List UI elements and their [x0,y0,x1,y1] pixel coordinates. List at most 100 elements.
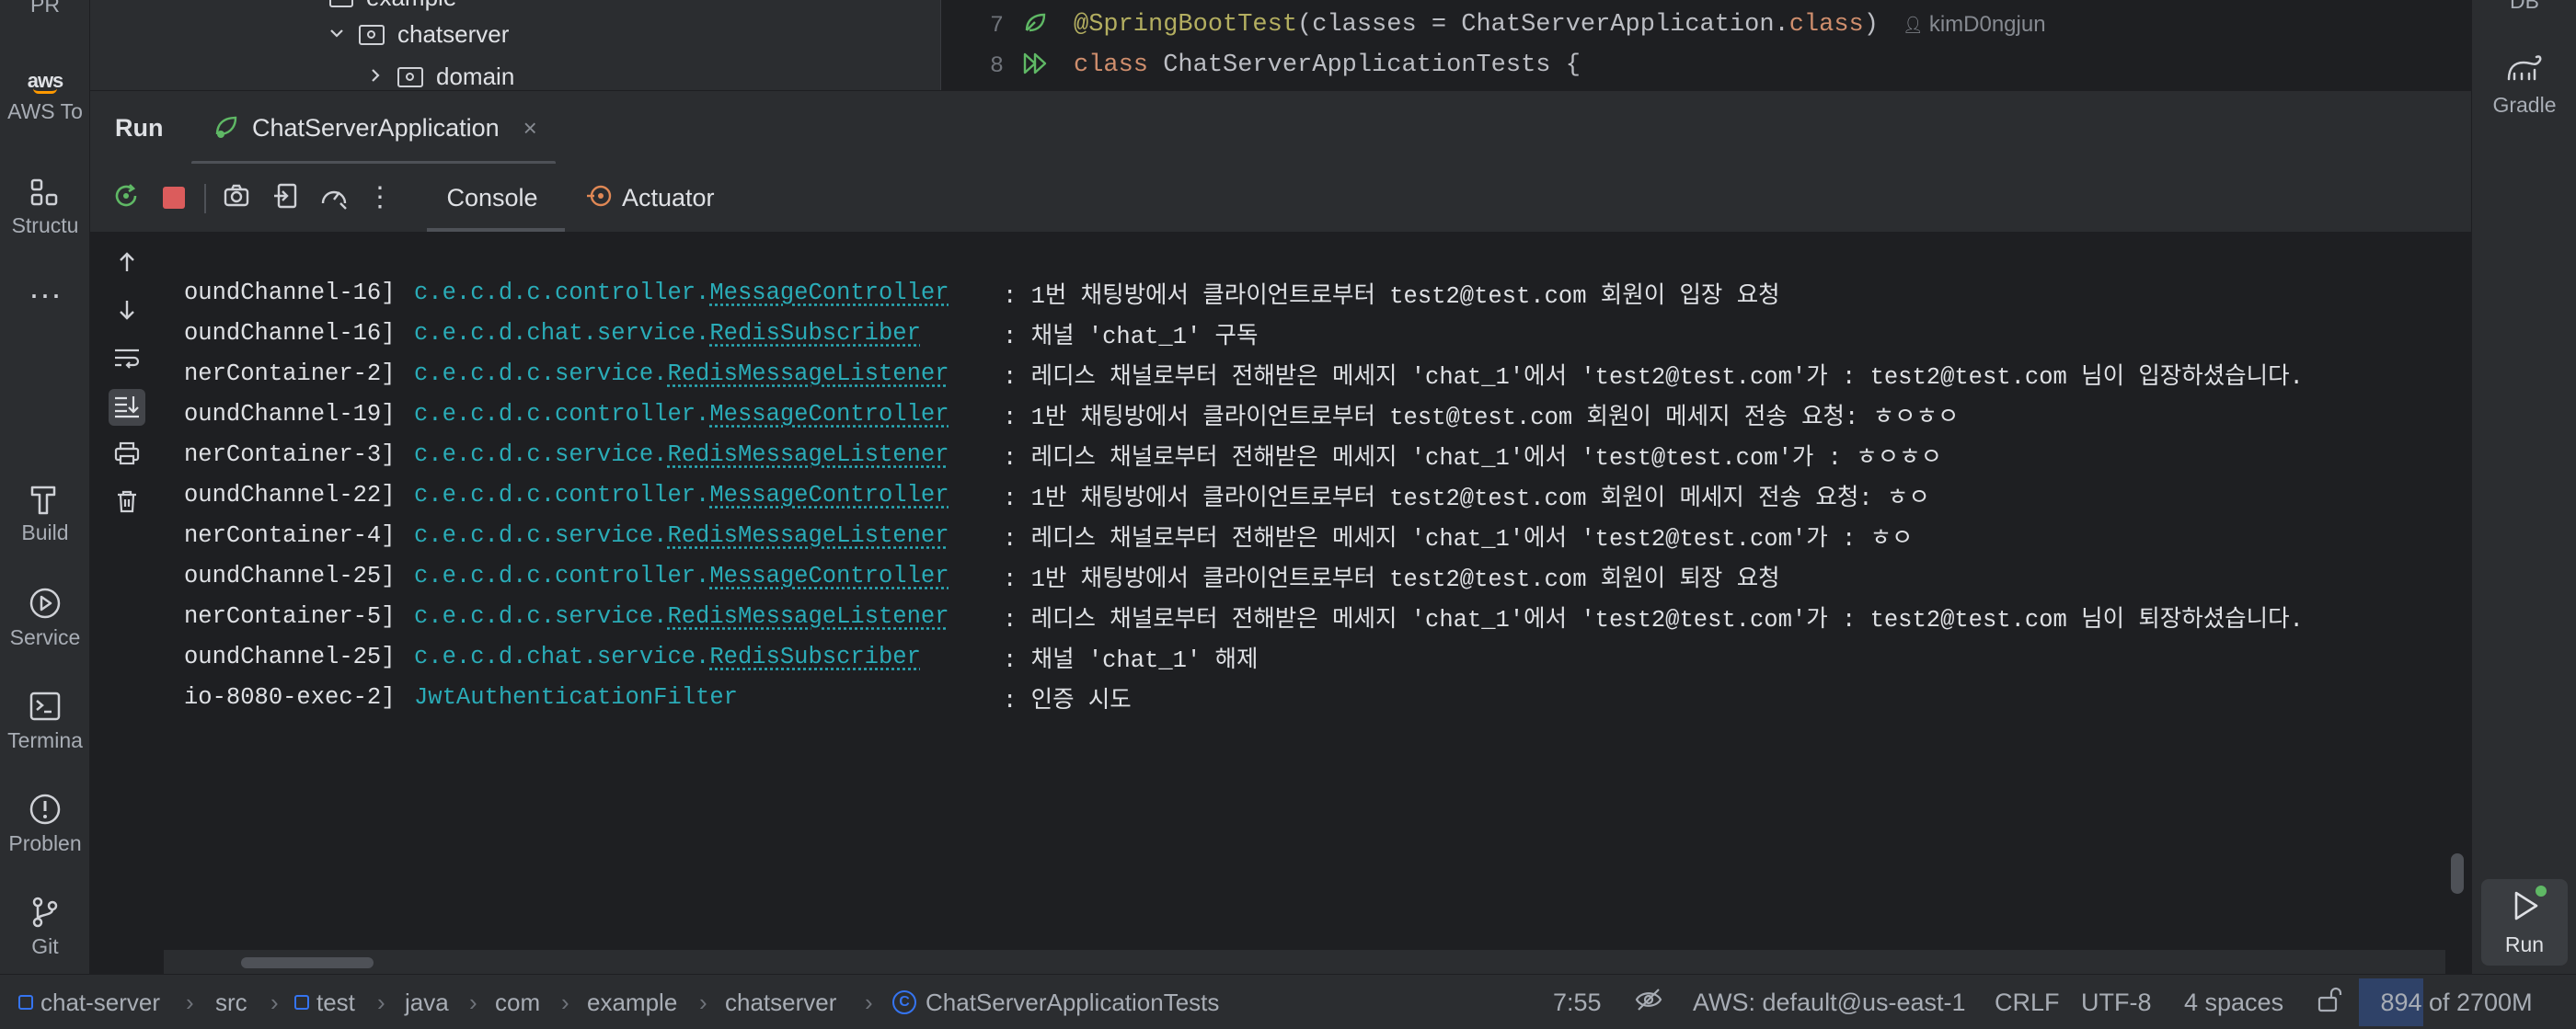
soft-wrap-icon [112,345,142,375]
breadcrumb-module[interactable]: chat-server [18,975,160,1029]
aws-connection[interactable]: AWS: default@us-east-1 [1693,975,1966,1029]
line-number: 7 [989,11,1004,39]
print-button[interactable] [109,437,145,474]
code-line: 8 class ChatServerApplicationTests { [941,45,2471,86]
database-tool[interactable]: DB [2472,0,2576,14]
line-separator[interactable]: CRLF [1995,975,2060,1029]
logger-class-link[interactable]: MessageController [709,482,949,509]
logger-package: c.e.c.d.c.controller. [414,279,710,306]
read-only-toggle[interactable] [2317,975,2342,1029]
services-tool[interactable]: Service [0,585,90,650]
log-message: : 1반 채팅방에서 클라이언트로부터 test2@test.com 회원이 메… [1003,485,1930,512]
horizontal-scrollbar-thumb[interactable] [241,957,374,968]
problems-icon [27,791,63,828]
more-tools-button[interactable]: ··· [0,276,90,313]
logger-package: c.e.c.d.c.service. [414,440,668,468]
breadcrumb-label: src [215,988,247,1016]
logger-class-link[interactable]: MessageController [709,401,949,428]
code-editor[interactable]: 7 @SpringBootTest (classes = ChatServerA… [940,0,2471,90]
profiler-button[interactable] [316,180,351,215]
indent-setting[interactable]: 4 spaces [2184,975,2283,1029]
tab-actuator[interactable]: Actuator [585,164,715,233]
close-tab-icon[interactable]: × [523,114,537,143]
scroll-down-button[interactable] [109,293,145,330]
tab-chatserverapplication[interactable]: ChatServerApplication × [213,91,537,165]
logger-package: c.e.c.d.c.service. [414,521,668,549]
pull-requests-tool[interactable]: PR [0,0,90,20]
breadcrumb-chatserver[interactable]: chatserver [725,975,836,1029]
code-token: ChatServerApplicationTests { [1148,51,1581,79]
tree-item-domain[interactable]: domain [366,63,514,90]
breadcrumb-label: ChatServerApplicationTests [926,988,1220,1016]
log-thread: nerContainer-5] [184,602,396,630]
logger-class-link[interactable]: RedisMessageListener [667,360,949,387]
author-hint[interactable]: 👤︎ kimD0ngjun [1903,12,2046,38]
breadcrumb-src[interactable]: src [215,975,247,1029]
logger-class-link[interactable]: MessageController [709,280,949,306]
stop-button[interactable] [156,180,191,215]
console-side-toolbar [90,233,164,974]
scroll-to-end-toggle[interactable] [109,389,145,426]
tree-item-example[interactable]: example [329,0,456,12]
tree-item-chatserver[interactable]: chatserver [328,20,509,49]
horizontal-scrollbar[interactable] [164,950,2445,974]
speedometer-icon [318,181,350,215]
breadcrumb-separator: › [699,988,707,1016]
no-inspections-widget[interactable] [1634,975,1663,1029]
build-tool[interactable]: Build [0,480,90,545]
package-folder-icon [359,24,385,45]
log-thread: oundChannel-25] [184,562,396,589]
more-options-button[interactable]: ⋮ [362,180,397,215]
dump-threads-button[interactable] [219,180,254,215]
rerun-button[interactable] [109,180,144,215]
run-tool-active[interactable]: Run [2481,879,2568,966]
gradle-label: Gradle [2492,93,2557,117]
run-gutter-icon[interactable] [1022,51,1050,81]
git-branch-icon [27,894,63,931]
logger-package: c.e.c.d.chat.service. [414,643,710,670]
log-logger: c.e.c.d.c.controller.MessageController [414,563,1003,589]
memory-indicator[interactable]: 894 of 2700M [2359,978,2554,1026]
logger-class-link[interactable]: RedisSubscriber [709,320,921,347]
breadcrumb-label: com [495,988,541,1016]
aws-toolkit-tool[interactable]: aws AWS To [0,70,90,124]
logger-class-link[interactable]: RedisMessageListener [667,522,949,549]
breadcrumb-example[interactable]: example [587,975,677,1029]
structure-tool[interactable]: Structu [0,177,90,238]
database-label: DB [2510,0,2539,13]
logger-class-link[interactable]: MessageController [709,563,949,589]
breadcrumb-test[interactable]: test [294,975,355,1029]
tab-console[interactable]: Console [423,164,561,233]
scroll-to-end-icon [112,393,142,423]
printer-icon [113,440,141,471]
vertical-scrollbar-thumb[interactable] [2451,853,2464,894]
clear-all-button[interactable] [109,485,145,521]
structure-label: Structu [11,213,79,237]
terminal-tool[interactable]: Termina [0,688,90,753]
vertical-dots-icon: ⋮ [366,182,394,212]
logger-class-link[interactable]: RedisSubscriber [709,644,921,670]
problems-tool[interactable]: Problen [0,791,90,856]
soft-wrap-button[interactable] [109,341,145,378]
logger-package: JwtAuthenticationFilter [414,683,738,711]
log-logger: c.e.c.d.c.controller.MessageController [414,280,1003,306]
git-tool[interactable]: Git [0,894,90,959]
person-icon: 👤︎ [1902,15,1924,34]
logger-class-link[interactable]: RedisMessageListener [667,441,949,468]
exit-button[interactable] [269,180,304,215]
file-encoding[interactable]: UTF-8 [2081,975,2152,1029]
breadcrumb-class[interactable]: C ChatServerApplicationTests [892,975,1219,1029]
console-output[interactable]: oundChannel-16] c.e.c.d.c.controller.Mess… [164,233,2445,950]
caret-position[interactable]: 7:55 [1553,975,1602,1029]
run-window-title: Run [115,113,164,142]
logger-class-link[interactable]: RedisMessageListener [667,603,949,630]
log-line: nerContainer-3] c.e.c.d.c.service.RedisMe… [184,434,1942,474]
breadcrumb-com[interactable]: com [495,975,540,1029]
breadcrumb-java[interactable]: java [405,975,449,1029]
scroll-up-button[interactable] [109,246,145,282]
log-line: oundChannel-22] c.e.c.d.c.controller.Mess… [184,474,1930,515]
log-logger: c.e.c.d.chat.service.RedisSubscriber [414,320,1003,347]
gradle-tool[interactable]: Gradle [2472,53,2576,118]
memory-label: 894 of 2700M [2380,988,2533,1016]
log-line: nerContainer-5] c.e.c.d.c.service.RedisMe… [184,596,2304,636]
